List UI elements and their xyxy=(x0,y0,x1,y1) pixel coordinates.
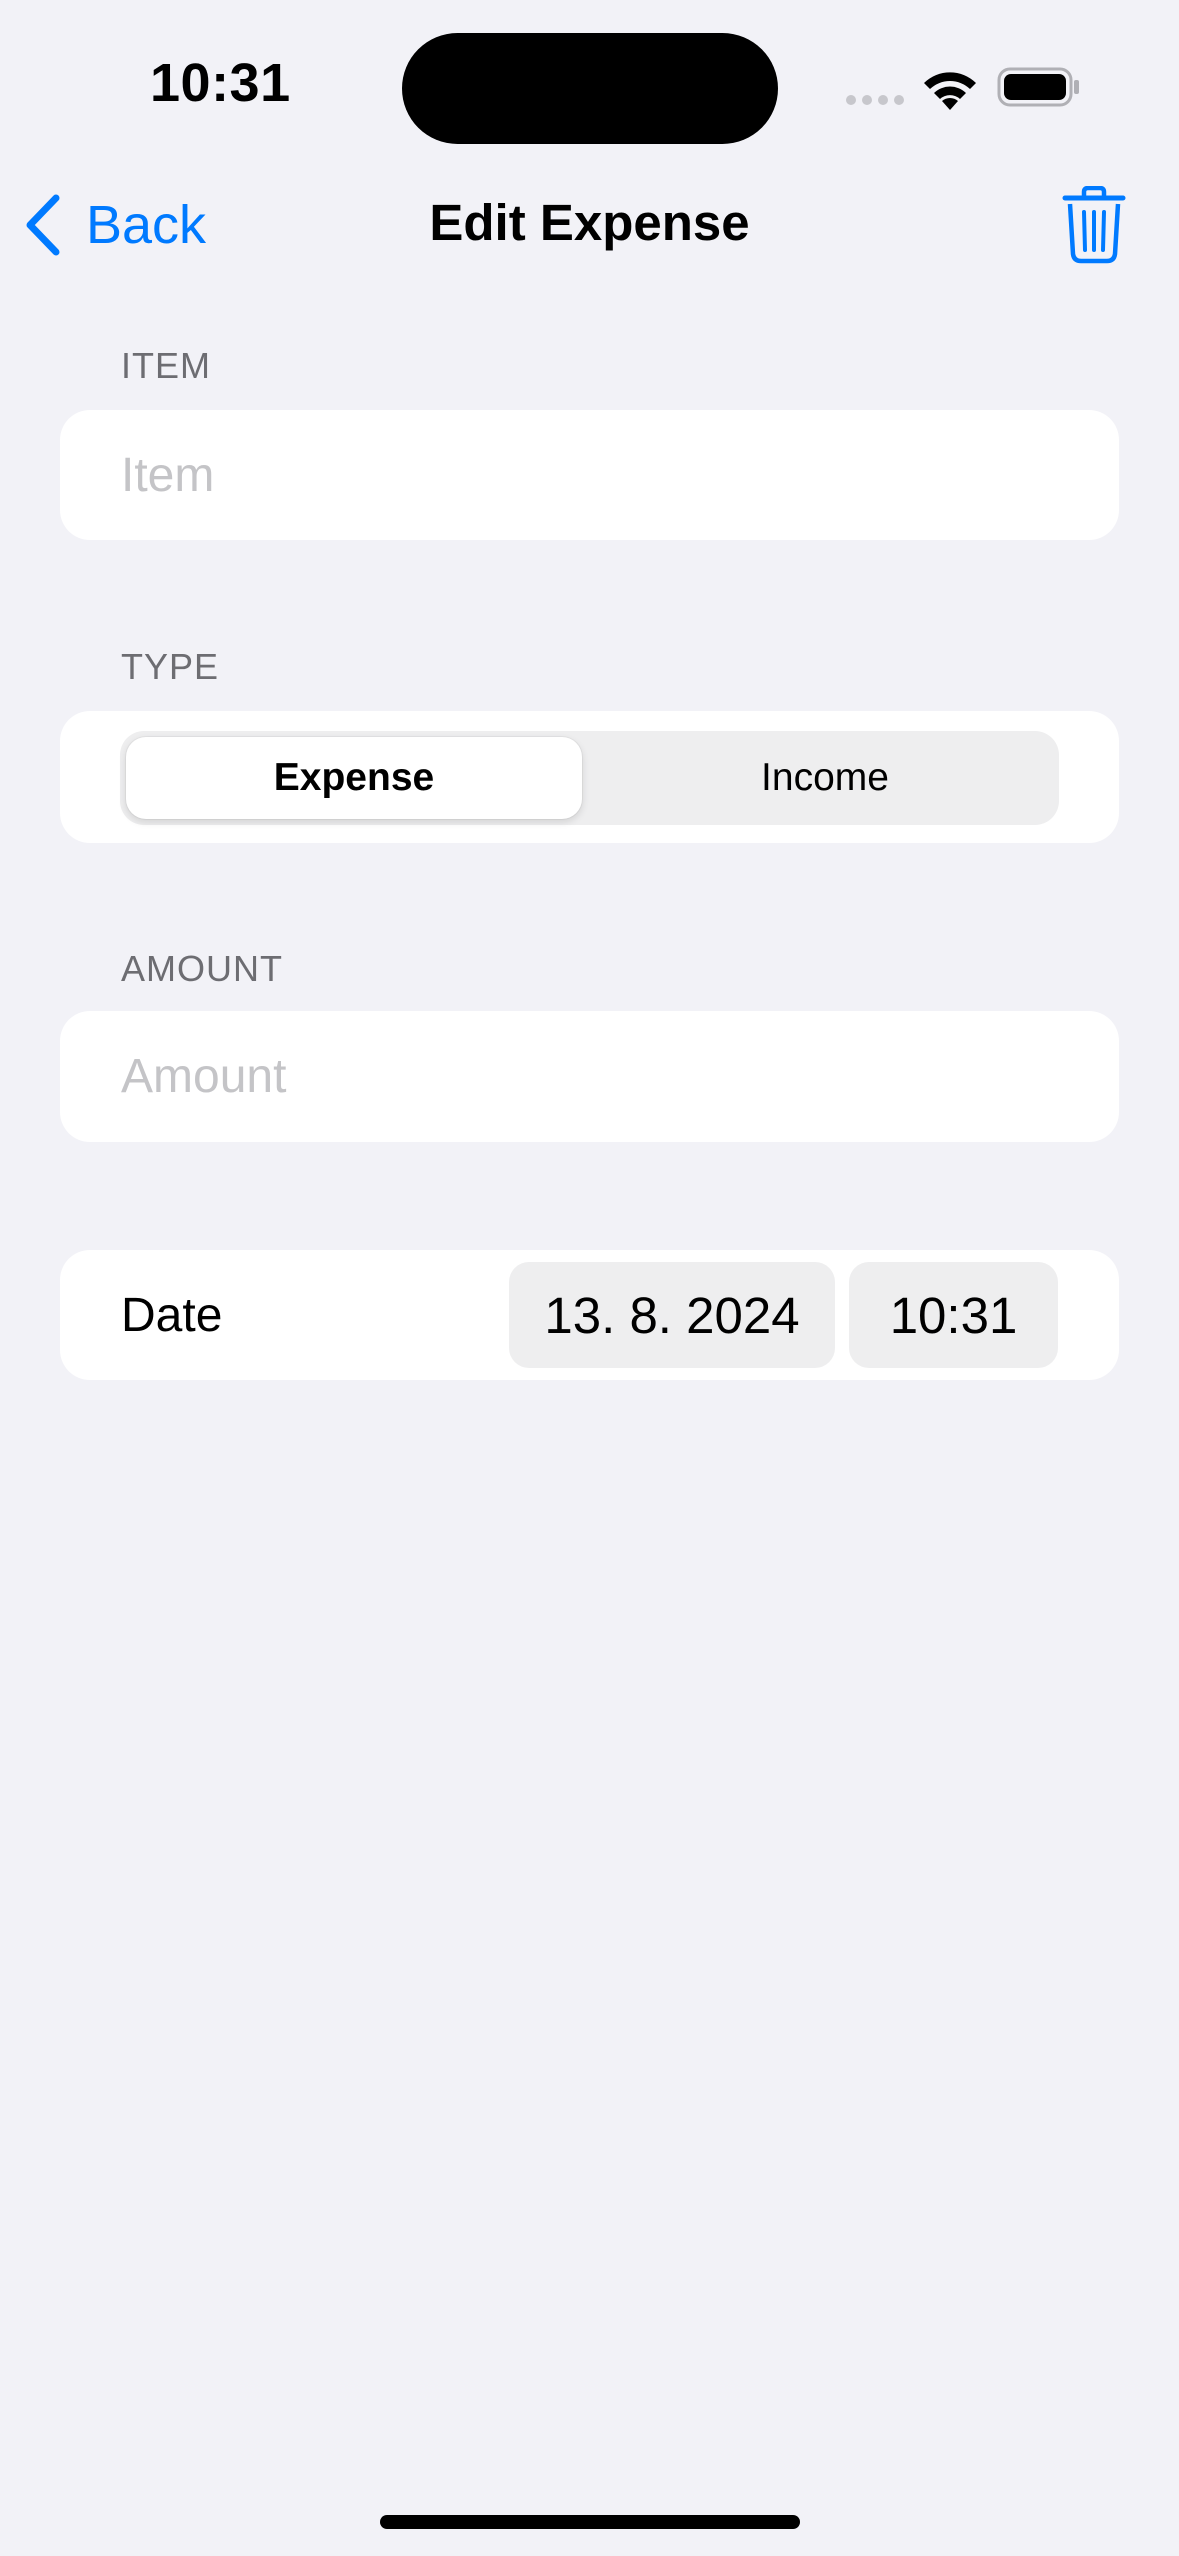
segment-expense[interactable]: Expense xyxy=(126,737,582,819)
wifi-icon xyxy=(924,72,976,110)
trash-icon[interactable] xyxy=(1062,186,1126,264)
page-title: Edit Expense xyxy=(429,194,750,251)
dynamic-island xyxy=(402,33,778,144)
time-picker-button[interactable]: 10:31 xyxy=(849,1262,1058,1368)
cellular-signal-icon xyxy=(846,95,904,105)
battery-icon xyxy=(997,67,1079,107)
home-indicator[interactable] xyxy=(380,2515,800,2529)
item-input[interactable] xyxy=(121,410,1079,540)
item-section-header: ITEM xyxy=(121,345,211,386)
amount-card xyxy=(60,1011,1119,1142)
date-picker-button[interactable]: 13. 8. 2024 xyxy=(509,1262,835,1368)
date-card: Date 13. 8. 2024 10:31 xyxy=(60,1250,1119,1380)
type-segmented-control: Expense Income xyxy=(120,731,1059,825)
type-card: Expense Income xyxy=(60,711,1119,843)
date-label: Date xyxy=(121,1288,223,1342)
amount-section-header: AMOUNT xyxy=(121,948,283,989)
status-bar-time: 10:31 xyxy=(150,53,291,113)
type-section-header: TYPE xyxy=(121,646,220,687)
amount-input[interactable] xyxy=(121,1011,1079,1142)
item-card xyxy=(60,410,1119,540)
segment-income[interactable]: Income xyxy=(597,737,1053,819)
